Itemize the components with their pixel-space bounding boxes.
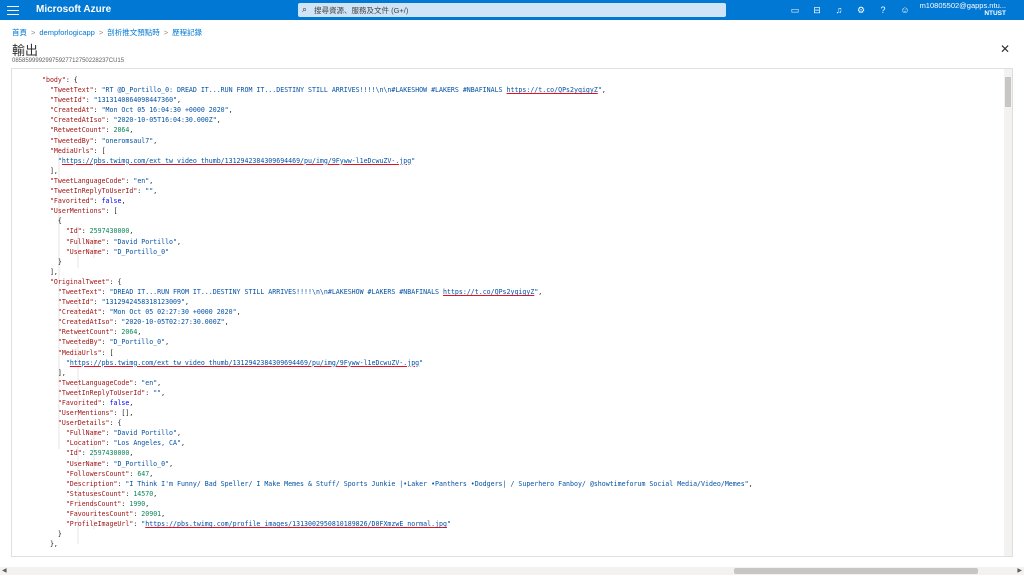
json-line: "UserMentions": [ <box>49 207 118 216</box>
json-line: "TweetText": "DREAD IT...RUN FROM IT...D… <box>57 287 543 296</box>
page-title: 輸出 <box>12 43 39 58</box>
account-org: NTUST <box>984 10 1006 17</box>
json-line: "body": { <box>42 76 78 84</box>
scroll-left-icon[interactable]: ◀ <box>2 567 7 574</box>
json-line: "FullName": "David Portillo", <box>65 429 181 438</box>
json-line: "TweetedBy": "oneromsaul7", <box>49 136 158 145</box>
json-line: "https://pbs.twimg.com/ext_tw_video_thum… <box>65 358 424 367</box>
json-line: }, <box>42 540 58 549</box>
breadcrumb-logic-app[interactable]: dempforlogicapp <box>39 28 94 37</box>
json-line: "Id": 2597430000, <box>65 449 134 458</box>
json-line: "FullName": "David Portillo", <box>65 237 181 246</box>
json-line: "FollowersCount": 647, <box>65 469 154 478</box>
search-box[interactable]: ⌕ 搜尋資源、服務及文件 (G+/) <box>298 3 726 17</box>
feedback-icon[interactable]: ☺ <box>894 3 916 17</box>
json-line: "FavouritesCount": 20901, <box>65 510 166 519</box>
json-line: "Description": "I Think I'm Funny/ Bad S… <box>65 479 753 488</box>
json-line: "UserName": "D_Portillo_0" <box>65 247 170 256</box>
directory-filter-icon[interactable]: ⊟ <box>806 3 828 17</box>
json-line: "RetweetCount": 2064, <box>49 126 134 135</box>
json-line: ], <box>42 267 58 276</box>
json-line: "MediaUrls": [ <box>49 146 106 155</box>
json-line: "UserMentions": [], <box>57 409 134 418</box>
menu-icon[interactable] <box>7 4 19 16</box>
json-line: "RetweetCount": 2064, <box>57 328 142 337</box>
json-line: ], <box>42 166 58 175</box>
json-line: "CreatedAt": "Mon Oct 05 02:27:30 +0000 … <box>57 308 241 317</box>
account-menu[interactable]: m10805502@gapps.ntu... NTUST <box>920 2 1006 18</box>
json-line: { <box>42 217 62 226</box>
search-placeholder: 搜尋資源、服務及文件 (G+/) <box>314 6 409 15</box>
breadcrumb: 首頁 > dempforlogicapp > 剖析推文預點時 > 歷程記錄 <box>12 28 203 37</box>
search-icon: ⌕ <box>302 4 308 14</box>
notifications-icon[interactable]: ♫ <box>828 3 850 17</box>
top-bar: Microsoft Azure ⌕ 搜尋資源、服務及文件 (G+/) ▭ ⊟ ♫… <box>0 0 1024 20</box>
json-line: "CreatedAtIso": "2020-10-05T16:04:30.000… <box>49 116 221 125</box>
brand-name[interactable]: Microsoft Azure <box>36 4 111 15</box>
json-line: } <box>42 530 62 539</box>
json-line: "Id": 2597430000, <box>65 227 134 236</box>
json-line: } <box>42 257 62 266</box>
json-line: "MediaUrls": [ <box>57 348 114 357</box>
json-line: "TweetLanguageCode": "en", <box>49 176 154 185</box>
toolbar-icons: ▭ ⊟ ♫ ⚙ ? ☺ <box>784 3 916 17</box>
json-line: "CreatedAtIso": "2020-10-05T02:27:30.000… <box>57 318 229 327</box>
json-line: "TweetId": "1313140864098447360", <box>49 96 181 105</box>
breadcrumb-run-history[interactable]: 歷程記錄 <box>172 28 202 37</box>
help-icon[interactable]: ? <box>872 3 894 17</box>
scroll-right-icon[interactable]: ▶ <box>1017 567 1022 574</box>
json-line: "StatusesCount": 14570, <box>65 489 158 498</box>
json-line: "Favorited": false, <box>57 399 134 407</box>
json-line: "OriginalTweet": { <box>49 277 122 286</box>
horizontal-scrollbar[interactable]: ◀ ▶ <box>0 567 1024 575</box>
vertical-scroll-thumb[interactable] <box>1005 77 1011 107</box>
cloud-shell-icon[interactable]: ▭ <box>784 3 806 17</box>
json-line: "UserDetails": { <box>57 419 122 428</box>
json-line: "TweetLanguageCode": "en", <box>57 378 162 387</box>
settings-icon[interactable]: ⚙ <box>850 3 872 17</box>
json-line: "Location": "Los Angeles, CA", <box>65 439 185 448</box>
json-line: ], <box>42 368 66 377</box>
horizontal-scroll-thumb[interactable] <box>734 568 978 574</box>
json-line: "UserName": "D_Portillo_0", <box>65 459 174 468</box>
breadcrumb-workflow[interactable]: 剖析推文預點時 <box>107 28 160 37</box>
json-code: "body": { "TweetText": "RT @D_Portillo_0… <box>42 75 753 549</box>
json-line: "CreatedAt": "Mon Oct 05 16:04:30 +0000 … <box>49 106 233 115</box>
close-icon[interactable]: ✕ <box>1000 42 1010 56</box>
json-line: "ProfileImageUrl": "https://pbs.twimg.co… <box>65 520 451 529</box>
json-line: "Favorited": false, <box>49 197 126 206</box>
json-line: "https://pbs.twimg.com/ext_tw_video_thum… <box>57 156 416 165</box>
json-line: "TweetInReplyToUserId": "", <box>49 187 158 196</box>
json-line: "TweetedBy": "D_Portillo_0", <box>57 338 170 347</box>
run-id: 08585999929975927712750228237CU15 <box>12 58 125 64</box>
json-output-viewer[interactable]: "body": { "TweetText": "RT @D_Portillo_0… <box>11 68 1013 557</box>
breadcrumb-home[interactable]: 首頁 <box>12 28 27 37</box>
json-line: "TweetText": "RT @D_Portillo_0: DREAD IT… <box>49 86 606 95</box>
vertical-scrollbar[interactable] <box>1004 69 1012 556</box>
json-line: "FriendsCount": 1990, <box>65 499 150 508</box>
account-email: m10805502@gapps.ntu... <box>919 1 1006 10</box>
json-line: "TweetInReplyToUserId": "", <box>57 388 166 397</box>
json-line: "TweetId": "1312942458318123009", <box>57 298 189 307</box>
